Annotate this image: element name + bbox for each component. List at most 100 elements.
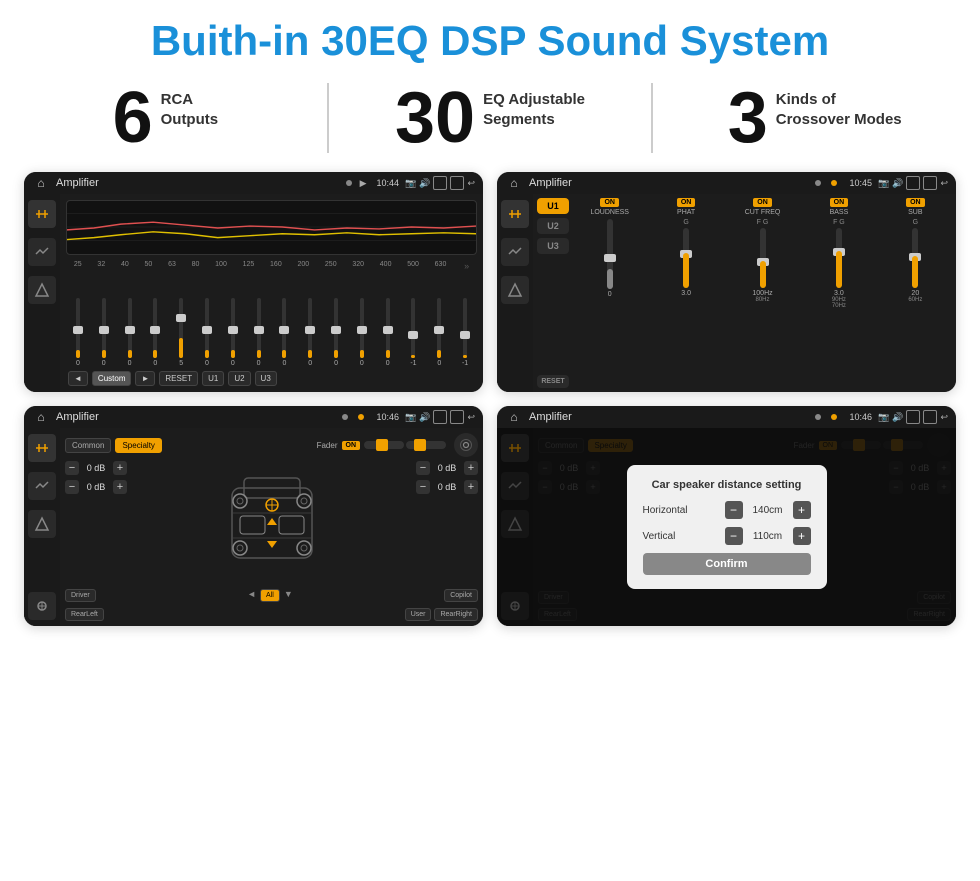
ch-on-bass[interactable]: ON bbox=[830, 198, 849, 207]
stat-label-crossover: Kinds of Crossover Modes bbox=[776, 90, 902, 129]
close-icon-4 bbox=[906, 410, 920, 424]
crossover-sb-2[interactable] bbox=[501, 238, 529, 266]
down-arrow[interactable]: ▼ bbox=[284, 589, 293, 602]
back-icon-2[interactable]: ↩ bbox=[940, 178, 948, 189]
fader-sb-4[interactable] bbox=[28, 592, 56, 620]
fader-sb-3[interactable] bbox=[28, 510, 56, 538]
status-dot-active-4 bbox=[831, 414, 837, 420]
ch-slider-bass[interactable] bbox=[836, 228, 842, 288]
eq-thumb-1[interactable] bbox=[73, 326, 83, 334]
dialog-title-bar: Amplifier bbox=[529, 411, 807, 423]
eq-sidebar-btn-3[interactable] bbox=[28, 276, 56, 304]
dialog-vert-minus[interactable]: − bbox=[725, 527, 743, 545]
home-icon-2[interactable]: ⌂ bbox=[505, 174, 523, 192]
stat-crossover: 3 Kinds of Crossover Modes bbox=[673, 82, 956, 154]
home-icon-4[interactable]: ⌂ bbox=[505, 408, 523, 426]
crossover-status-bar: ⌂ Amplifier 10:45 📷 🔊 ↩ bbox=[497, 172, 956, 194]
preset-u3[interactable]: U3 bbox=[537, 238, 569, 254]
vol-plus-2[interactable]: + bbox=[113, 480, 127, 494]
dialog-horiz-plus[interactable]: + bbox=[793, 501, 811, 519]
eq-u3-btn[interactable]: U3 bbox=[255, 371, 277, 386]
eq-custom-btn[interactable]: Custom bbox=[92, 371, 132, 386]
cutfreq-sub: F G bbox=[757, 219, 769, 226]
stat-rca: 6 RCA Outputs bbox=[24, 82, 307, 154]
vol-val-1: 0 dB bbox=[82, 463, 110, 473]
fader-sb-1[interactable] bbox=[28, 434, 56, 462]
driver-btn[interactable]: Driver bbox=[65, 589, 96, 602]
mode-common-btn[interactable]: Common bbox=[65, 438, 111, 453]
ch-slider-phat[interactable] bbox=[683, 228, 689, 288]
preset-u2[interactable]: U2 bbox=[537, 218, 569, 234]
vol-minus-1[interactable]: − bbox=[65, 461, 79, 475]
left-arrow[interactable]: ◄ bbox=[247, 589, 256, 602]
home-icon[interactable]: ⌂ bbox=[32, 174, 50, 192]
back-icon[interactable]: ↩ bbox=[467, 178, 475, 189]
vol-minus-3[interactable]: − bbox=[416, 461, 430, 475]
fader-sb-2[interactable] bbox=[28, 472, 56, 500]
ch-label-bass: BASS bbox=[830, 209, 849, 216]
back-icon-3[interactable]: ↩ bbox=[467, 412, 475, 423]
eq-slider-5: 5 bbox=[169, 298, 193, 367]
dialog-time: 10:46 bbox=[849, 412, 872, 422]
ch-on-sub[interactable]: ON bbox=[906, 198, 925, 207]
close-icon-2 bbox=[906, 176, 920, 190]
rearright-btn[interactable]: RearRight bbox=[434, 608, 478, 621]
dialog-vert-plus[interactable]: + bbox=[793, 527, 811, 545]
status-dot bbox=[346, 180, 352, 186]
bass-sub: F G bbox=[833, 219, 845, 226]
fader-status-icons: 📷 🔊 ↩ bbox=[405, 410, 475, 424]
fader-time: 10:46 bbox=[376, 412, 399, 422]
fader-h-slider[interactable] bbox=[364, 441, 404, 449]
vol-plus-4[interactable]: + bbox=[464, 480, 478, 494]
vol-minus-2[interactable]: − bbox=[65, 480, 79, 494]
eq-reset-btn[interactable]: RESET bbox=[159, 371, 198, 386]
preset-u1[interactable]: U1 bbox=[537, 198, 569, 214]
home-icon-3[interactable]: ⌂ bbox=[32, 408, 50, 426]
eq-u1-btn[interactable]: U1 bbox=[202, 371, 224, 386]
eq-sidebar-btn-1[interactable] bbox=[28, 200, 56, 228]
eq-play-btn[interactable]: ► bbox=[135, 371, 155, 386]
back-icon-4[interactable]: ↩ bbox=[940, 412, 948, 423]
vol-plus-1[interactable]: + bbox=[113, 461, 127, 475]
ch-slider-loudness[interactable] bbox=[607, 219, 613, 289]
vol-val-4: 0 dB bbox=[433, 482, 461, 492]
dialog-vert-val: 110cm bbox=[747, 531, 789, 542]
ch-on-phat[interactable]: ON bbox=[677, 198, 696, 207]
eq-status-bar: ⌂ Amplifier ▶ 10:44 📷 🔊 ↩ bbox=[24, 172, 483, 194]
dialog-horiz-minus[interactable]: − bbox=[725, 501, 743, 519]
settings-icon[interactable] bbox=[454, 433, 478, 457]
vol-controls-right: − 0 dB + − 0 dB + bbox=[416, 461, 478, 585]
fader-on-badge[interactable]: ON bbox=[342, 441, 361, 450]
ch-on-cutfreq[interactable]: ON bbox=[753, 198, 772, 207]
screen-eq: ⌂ Amplifier ▶ 10:44 📷 🔊 ↩ bbox=[24, 172, 483, 392]
stat-number-rca: 6 bbox=[113, 82, 153, 154]
user-btn[interactable]: User bbox=[405, 608, 432, 621]
eq-prev-btn[interactable]: ◄ bbox=[68, 371, 88, 386]
mode-specialty-btn[interactable]: Specialty bbox=[115, 438, 161, 453]
vol-plus-3[interactable]: + bbox=[464, 461, 478, 475]
crossover-sb-3[interactable] bbox=[501, 276, 529, 304]
ch-on-loudness[interactable]: ON bbox=[600, 198, 619, 207]
eq-sidebar-btn-2[interactable] bbox=[28, 238, 56, 266]
fader-v-slider[interactable] bbox=[406, 441, 446, 449]
eq-track-1[interactable] bbox=[76, 298, 80, 358]
dialog-main-title: Car speaker distance setting bbox=[643, 479, 811, 491]
eq-u2-btn[interactable]: U2 bbox=[228, 371, 250, 386]
car-speaker-svg bbox=[202, 463, 342, 583]
ch-slider-cutfreq[interactable] bbox=[760, 228, 766, 288]
crossover-sb-1[interactable] bbox=[501, 200, 529, 228]
fader-status-bar: ⌂ Amplifier 10:46 📷 🔊 ↩ bbox=[24, 406, 483, 428]
main-title: Buith-in 30EQ DSP Sound System bbox=[151, 18, 829, 64]
vol-minus-4[interactable]: − bbox=[416, 480, 430, 494]
ch-slider-sub[interactable] bbox=[912, 228, 918, 288]
reset-btn-cross[interactable]: RESET bbox=[537, 375, 569, 388]
crossover-presets: U1 U2 U3 RESET bbox=[537, 198, 569, 388]
camera-icon-3: 📷 bbox=[405, 412, 416, 423]
ch-loudness: ON LOUDNESS 0 bbox=[573, 198, 646, 388]
all-btn[interactable]: All bbox=[260, 589, 280, 602]
rearleft-btn[interactable]: RearLeft bbox=[65, 608, 104, 621]
copilot-btn[interactable]: Copilot bbox=[444, 589, 478, 602]
eq-title: Amplifier bbox=[56, 177, 338, 189]
confirm-button[interactable]: Confirm bbox=[643, 553, 811, 575]
eq-sidebar bbox=[24, 194, 60, 392]
